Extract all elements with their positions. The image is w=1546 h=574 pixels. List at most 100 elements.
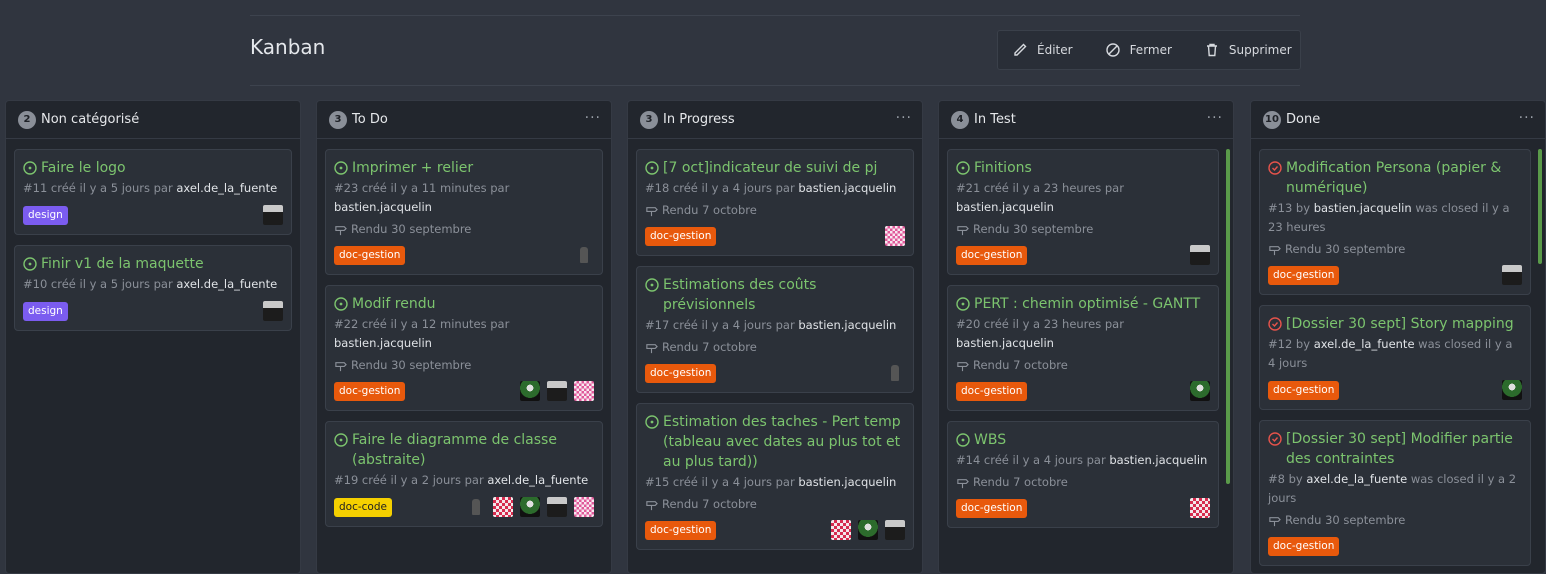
milestone[interactable]: Rendu 7 octobre	[645, 201, 905, 219]
issue-card[interactable]: [7 oct]indicateur de suivi de pj #18 cré…	[636, 149, 914, 256]
issue-title[interactable]: [Dossier 30 sept] Story mapping	[1286, 314, 1514, 334]
issue-title[interactable]: Faire le logo	[41, 158, 126, 178]
column-menu-icon[interactable]: ···	[585, 110, 601, 126]
label-design[interactable]: design	[23, 301, 68, 321]
avatar[interactable]	[1190, 381, 1210, 401]
milestone[interactable]: Rendu 7 octobre	[645, 495, 905, 513]
avatar[interactable]	[520, 381, 540, 401]
issue-title[interactable]: Finitions	[974, 158, 1032, 178]
issue-card[interactable]: [Dossier 30 sept] Story mapping #12 by a…	[1259, 305, 1531, 410]
avatar[interactable]	[520, 497, 540, 517]
issue-author[interactable]: axel.de_la_fuente	[1314, 337, 1415, 351]
avatar[interactable]	[547, 381, 567, 401]
issue-card[interactable]: Finitions #21 créé il y a 23 heures par b…	[947, 149, 1219, 275]
avatar[interactable]	[547, 497, 567, 517]
issue-author[interactable]: axel.de_la_fuente	[487, 473, 588, 487]
issue-author[interactable]: bastien.jacquelin	[1109, 453, 1207, 467]
avatar[interactable]	[466, 497, 486, 517]
column-scrollbar[interactable]	[1538, 149, 1542, 264]
issue-author[interactable]: axel.de_la_fuente	[1306, 472, 1407, 486]
avatar[interactable]	[885, 226, 905, 246]
issue-author[interactable]: axel.de_la_fuente	[176, 181, 277, 195]
avatar[interactable]	[263, 301, 283, 321]
issue-title[interactable]: [7 oct]indicateur de suivi de pj	[663, 158, 877, 178]
milestone[interactable]: Rendu 30 septembre	[956, 220, 1210, 238]
label-doc-gestion[interactable]: doc-gestion	[645, 520, 717, 540]
issue-author[interactable]: bastien.jacquelin	[1314, 201, 1412, 215]
avatar[interactable]	[1190, 245, 1210, 265]
milestone[interactable]: Rendu 30 septembre	[1268, 511, 1522, 529]
issue-title[interactable]: Modification Persona (papier & numérique…	[1286, 158, 1522, 198]
issue-card[interactable]: Estimations des coûts prévisionnels #17 …	[636, 266, 914, 393]
issue-title[interactable]: Modif rendu	[352, 294, 436, 314]
issue-author[interactable]: bastien.jacquelin	[956, 200, 1054, 214]
issue-card[interactable]: [Dossier 30 sept] Modifier partie des co…	[1259, 420, 1531, 566]
issue-title[interactable]: Imprimer + relier	[352, 158, 473, 178]
milestone[interactable]: Rendu 7 octobre	[645, 338, 905, 356]
issue-card[interactable]: Modification Persona (papier & numérique…	[1259, 149, 1531, 295]
column-scrollbar[interactable]	[1226, 149, 1230, 484]
avatar[interactable]	[1502, 380, 1522, 400]
issue-card[interactable]: PERT : chemin optimisé - GANTT #20 créé …	[947, 285, 1219, 411]
avatar[interactable]	[263, 205, 283, 225]
issue-author[interactable]: bastien.jacquelin	[334, 336, 432, 350]
issue-author[interactable]: bastien.jacquelin	[798, 475, 896, 489]
close-button[interactable]: Fermer	[1105, 42, 1172, 58]
edit-button[interactable]: Éditer	[1012, 42, 1073, 58]
issue-title[interactable]: [Dossier 30 sept] Modifier partie des co…	[1286, 429, 1522, 469]
avatar[interactable]	[831, 520, 851, 540]
issue-author[interactable]: bastien.jacquelin	[334, 200, 432, 214]
issue-author[interactable]: bastien.jacquelin	[956, 336, 1054, 350]
label-doc-gestion[interactable]: doc-gestion	[956, 381, 1028, 401]
label-doc-gestion[interactable]: doc-gestion	[645, 226, 717, 246]
label-doc-gestion[interactable]: doc-gestion	[956, 245, 1028, 265]
milestone[interactable]: Rendu 30 septembre	[1268, 240, 1522, 258]
avatar[interactable]	[885, 363, 905, 383]
issue-title[interactable]: Faire le diagramme de classe (abstraite)	[352, 430, 594, 470]
issue-card[interactable]: Modif rendu #22 créé il y a 12 minutes p…	[325, 285, 603, 411]
delete-button[interactable]: Supprimer	[1204, 42, 1292, 58]
label-doc-gestion[interactable]: doc-gestion	[1268, 265, 1340, 285]
label-doc-gestion[interactable]: doc-gestion	[1268, 536, 1340, 556]
label-doc-gestion[interactable]: doc-gestion	[645, 363, 717, 383]
issue-open-icon	[645, 161, 659, 175]
issue-author[interactable]: bastien.jacquelin	[798, 318, 896, 332]
milestone[interactable]: Rendu 7 octobre	[956, 356, 1210, 374]
avatar[interactable]	[858, 520, 878, 540]
avatar[interactable]	[1502, 265, 1522, 285]
issue-card[interactable]: WBS #14 créé il y a 4 jours par bastien.…	[947, 421, 1219, 528]
avatar[interactable]	[574, 245, 594, 265]
milestone[interactable]: Rendu 7 octobre	[956, 473, 1210, 491]
issue-title[interactable]: PERT : chemin optimisé - GANTT	[974, 294, 1200, 314]
label-doc-gestion[interactable]: doc-gestion	[334, 381, 406, 401]
milestone[interactable]: Rendu 30 septembre	[334, 356, 594, 374]
milestone-icon	[335, 361, 347, 371]
label-doc-code[interactable]: doc-code	[334, 497, 392, 517]
issue-card[interactable]: Finir v1 de la maquette #10 créé il y a …	[14, 245, 292, 331]
issue-title[interactable]: Estimations des coûts prévisionnels	[663, 275, 905, 315]
column-menu-icon[interactable]: ···	[1519, 110, 1535, 126]
label-doc-gestion[interactable]: doc-gestion	[1268, 380, 1340, 400]
circle-slash-icon	[1105, 43, 1120, 57]
label-design[interactable]: design	[23, 205, 68, 225]
milestone[interactable]: Rendu 30 septembre	[334, 220, 594, 238]
avatar[interactable]	[574, 497, 594, 517]
issue-title[interactable]: Estimation des taches - Pert temp (table…	[663, 412, 905, 472]
column-menu-icon[interactable]: ···	[896, 110, 912, 126]
column-menu-icon[interactable]: ···	[1207, 110, 1223, 126]
avatar[interactable]	[574, 381, 594, 401]
issue-card[interactable]: Faire le logo #11 créé il y a 5 jours pa…	[14, 149, 292, 235]
avatar[interactable]	[493, 497, 513, 517]
issue-author[interactable]: bastien.jacquelin	[798, 181, 896, 195]
issue-card[interactable]: Imprimer + relier #23 créé il y a 11 min…	[325, 149, 603, 275]
issue-card[interactable]: Faire le diagramme de classe (abstraite)…	[325, 421, 603, 527]
issue-title[interactable]: Finir v1 de la maquette	[41, 254, 204, 274]
label-doc-gestion[interactable]: doc-gestion	[956, 498, 1028, 518]
issue-open-icon	[334, 297, 348, 311]
avatar[interactable]	[1190, 498, 1210, 518]
issue-title[interactable]: WBS	[974, 430, 1006, 450]
avatar[interactable]	[885, 520, 905, 540]
label-doc-gestion[interactable]: doc-gestion	[334, 245, 406, 265]
issue-card[interactable]: Estimation des taches - Pert temp (table…	[636, 403, 914, 550]
issue-author[interactable]: axel.de_la_fuente	[176, 277, 277, 291]
